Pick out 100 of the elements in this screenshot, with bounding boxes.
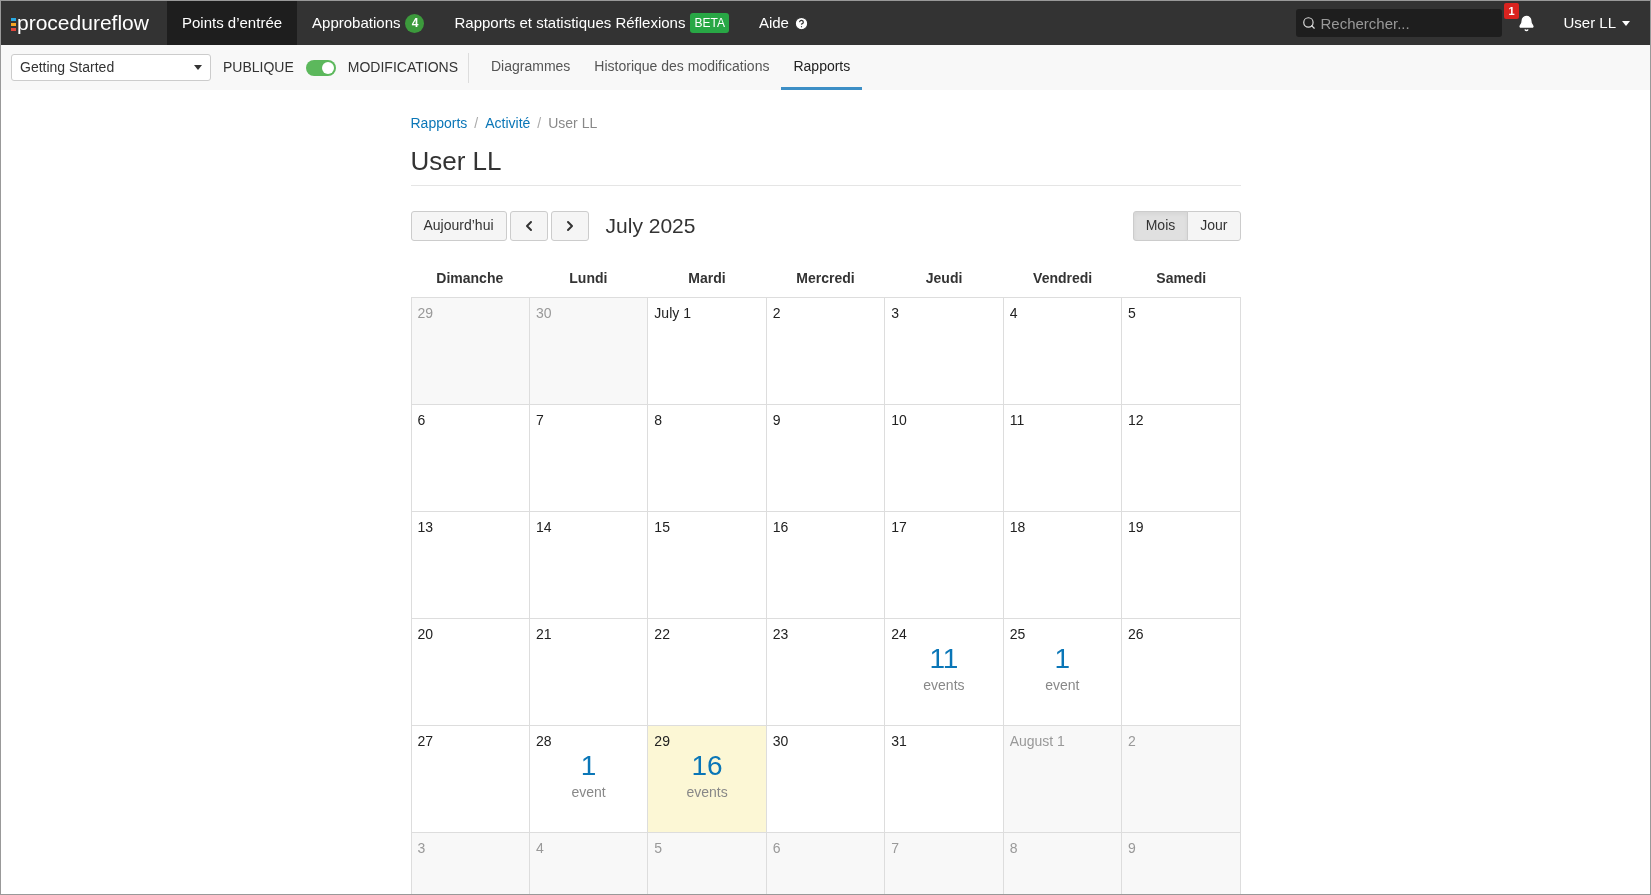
day-number: 23	[772, 624, 790, 644]
nav-item[interactable]: Aide	[743, 1, 824, 45]
event-label: events	[686, 782, 728, 802]
day-number: 19	[1128, 517, 1145, 537]
day-number: 6	[417, 410, 427, 430]
day-number: 31	[891, 731, 908, 751]
day-cell[interactable]: 7	[529, 404, 649, 512]
search-field[interactable]: Rechercher...	[1296, 9, 1503, 37]
user-menu[interactable]: User LL	[1551, 11, 1642, 35]
day-cell[interactable]: 17	[885, 511, 1004, 619]
event-count[interactable]: 1	[580, 749, 597, 782]
day-cell[interactable]: 11	[1003, 404, 1123, 512]
day-cell[interactable]: 14	[529, 511, 649, 619]
day-cell[interactable]: 25 1 event	[1003, 618, 1123, 726]
day-number: 10	[891, 410, 908, 430]
day-number: 5	[654, 838, 664, 858]
day-cell[interactable]: 2	[766, 297, 886, 405]
bell-icon[interactable]	[1518, 14, 1536, 32]
nav-item[interactable]: Points d’entrée	[167, 1, 298, 45]
day-cell[interactable]: 24 11 events	[885, 618, 1004, 726]
day-cell[interactable]: 15	[648, 511, 767, 619]
search-icon	[1302, 16, 1317, 30]
previous-button[interactable]	[509, 210, 548, 241]
day-cell[interactable]: 3	[885, 297, 1004, 405]
day-number: 21	[535, 624, 553, 644]
day-number: July 1	[654, 303, 692, 323]
day-number: 26	[1128, 624, 1145, 644]
day-cell[interactable]: 8	[648, 404, 767, 512]
weekday-header: Lundi	[568, 268, 609, 288]
day-number: 9	[1128, 838, 1137, 858]
day-cell[interactable]: 13	[411, 511, 530, 619]
day-cell[interactable]: 28 1 event	[529, 725, 649, 833]
day-cell[interactable]: 20	[411, 618, 530, 726]
view-button[interactable]: Mois	[1132, 210, 1189, 241]
event-count[interactable]: 1	[1054, 642, 1071, 675]
weekday-header: Mercredi	[795, 268, 856, 288]
toggle-left-label: PUBLIQUE	[223, 58, 294, 77]
caret-icon	[194, 65, 202, 70]
day-cell[interactable]: 16	[766, 511, 886, 619]
day-number: 15	[654, 517, 671, 537]
day-cell[interactable]: 23	[766, 618, 886, 726]
day-cell[interactable]: 5	[1122, 297, 1241, 405]
day-cell[interactable]: 26	[1122, 618, 1241, 726]
day-cell[interactable]: 27	[411, 725, 530, 833]
day-number: 3	[417, 838, 427, 858]
day-cell[interactable]: 4	[1003, 297, 1123, 405]
weekday-header: Samedi	[1155, 268, 1208, 288]
caret-icon	[1622, 20, 1630, 26]
day-cell[interactable]: 9	[766, 404, 886, 512]
event-count[interactable]: 11	[929, 642, 959, 675]
event-label: event	[571, 782, 606, 802]
day-number: 29	[654, 731, 671, 751]
weekday-header: Mardi	[687, 268, 727, 288]
day-cell[interactable]: July 1	[648, 297, 767, 405]
day-cell[interactable]: 22	[648, 618, 767, 726]
day-number: 18	[1009, 517, 1027, 537]
logo[interactable]: procedureflow	[17, 7, 149, 39]
day-number: 7	[535, 410, 545, 430]
event-count[interactable]: 16	[691, 749, 723, 782]
day-number: 25	[1009, 624, 1027, 644]
toggle-switch[interactable]	[305, 59, 336, 76]
day-number: 13	[417, 517, 435, 537]
day-cell[interactable]: 30	[766, 725, 886, 833]
day-cell[interactable]: 6	[411, 404, 530, 512]
day-number: 29	[417, 303, 435, 323]
page-title: User LL	[410, 142, 1241, 186]
day-number: 2	[772, 303, 782, 323]
tab[interactable]: Rapports	[781, 45, 863, 90]
month-title: July 2025	[605, 213, 696, 239]
breadcrumb-separator: /	[474, 114, 479, 133]
day-number: 14	[535, 517, 553, 537]
day-number: 30	[772, 731, 790, 751]
day-cell[interactable]: 31	[885, 725, 1004, 833]
day-cell[interactable]: 19	[1122, 511, 1241, 619]
breadcrumb-link[interactable]: Rapports	[410, 113, 468, 134]
weekday-header: Vendredi	[1032, 268, 1094, 288]
day-number: 6	[772, 838, 782, 858]
logo-icon	[11, 18, 16, 32]
day-number: 27	[417, 731, 435, 751]
day-cell[interactable]: 10	[885, 404, 1004, 512]
count-badge: 4	[405, 13, 425, 33]
day-number: 3	[891, 303, 900, 323]
day-cell[interactable]: 18	[1003, 511, 1123, 619]
tab[interactable]: Diagrammes	[479, 45, 583, 90]
day-number: 22	[654, 624, 671, 644]
project-dropdown[interactable]: Getting Started	[11, 54, 211, 81]
view-button[interactable]: Jour	[1187, 210, 1241, 241]
day-number: 8	[654, 410, 664, 430]
breadcrumb-link[interactable]: Activité	[485, 113, 531, 134]
next-button[interactable]	[550, 210, 589, 241]
nav-item[interactable]: Rapports et statistiques Réflexions BETA	[439, 1, 744, 45]
day-cell[interactable]: 29 16 events	[648, 725, 767, 833]
today-button[interactable]: Aujourd’hui	[410, 210, 507, 241]
day-cell[interactable]: 21	[529, 618, 649, 726]
day-cell[interactable]: 12	[1122, 404, 1241, 512]
day-number: 8	[1009, 838, 1019, 858]
tab[interactable]: Historique des modifications	[582, 45, 782, 90]
weekday-header: Dimanche	[435, 268, 505, 288]
day-number: 17	[891, 517, 908, 537]
nav-item[interactable]: Approbations 4	[297, 1, 440, 45]
